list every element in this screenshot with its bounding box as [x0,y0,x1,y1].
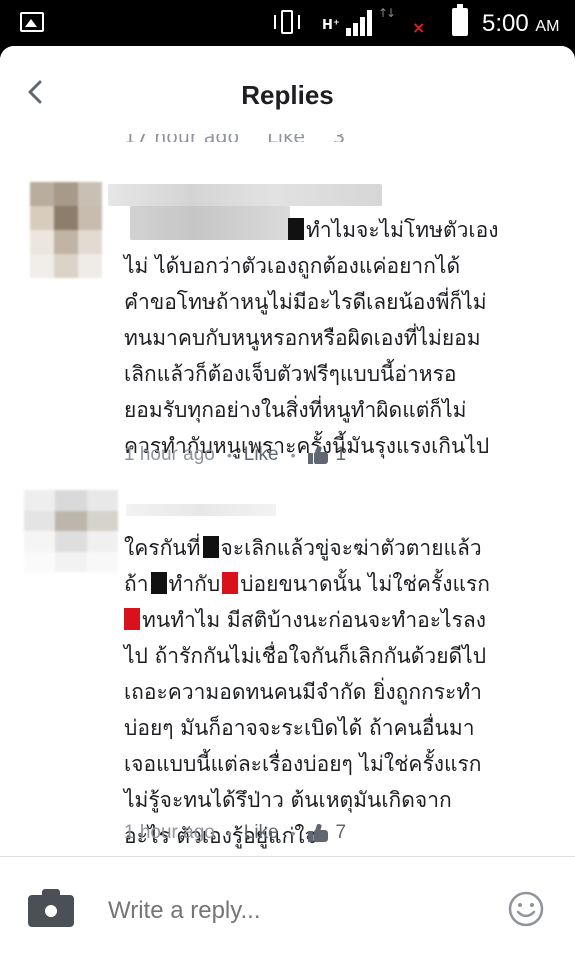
smiley-icon[interactable] [508,891,544,927]
comment-actions: 1 hour ago • Like • 1 [124,442,346,468]
comment-line: ยอมรับทุกอย่างในสิ่งที่หนูทำผิดแต่ก็ไม่ [124,398,467,422]
redaction-mark [222,572,239,594]
comment-line: ทำไมจะไม่โทษตัวเอง [124,212,544,248]
page-title: Replies [241,80,334,110]
battery-icon [452,4,468,36]
redaction-mark [124,608,140,630]
comment-line: ไม่ ได้บอกว่าตัวเองถูกต้องแค่อยากได้ [124,254,461,278]
thumbs-up-icon[interactable] [307,445,328,464]
like-count[interactable]: 1 [336,444,347,466]
comment-body: ทำไมจะไม่โทษตัวเอง ไม่ ได้บอกว่าตัวเองถู… [124,212,544,464]
separator-dot: • [290,447,296,463]
comment-actions: 1 hour ago • Like • 7 [124,820,346,846]
comment-line: ถ้า ทำกับ บ่อยขนาดนั้น ไม่ใช่ครั้งแรก [124,572,490,596]
comment-line: ทนทำไม มีสติบ้างนะก่อนจะทำอะไรลง [124,602,544,638]
comment-line: บ่อยๆ มันก็อาจจะระเบิดได้ ถ้าคนอื่นมา [124,716,475,740]
avatar[interactable] [30,182,102,278]
reply-composer [0,856,575,960]
clock-ampm: AM [535,18,560,35]
separator-dot: • [226,825,232,841]
redaction-mark [202,536,219,558]
avatar[interactable] [24,490,118,572]
network-type: H⁺ [322,18,340,33]
data-arrows-icon: ↑↓ [378,6,396,20]
comment-line: ไป ถ้ารักกันไม่เชื่อใจกันก็เลิกกันด้วยดี… [124,644,487,668]
replies-panel: Replies 17 hour ago Like 3 ทำไมจะไม่โทษต… [0,46,575,960]
comment-line: เจอแบบนี้แต่ละเรื่องบ่อยๆ ไม่ใช่ครั้งแรก [124,752,482,776]
clock-time: 5:00 [482,10,529,37]
signal-icon [346,10,374,36]
header: Replies [0,46,575,134]
like-count[interactable]: 7 [336,822,347,844]
reply-input[interactable] [108,893,488,929]
redaction-mark [150,572,167,594]
no-sim-icon: × [412,18,426,37]
comment-time[interactable]: 1 hour ago [124,444,215,466]
separator-dot: • [290,825,296,841]
separator-dot: • [226,447,232,463]
redaction-mark [288,218,304,240]
like-link[interactable]: Like [244,444,279,466]
comment-time[interactable]: 1 hour ago [124,822,215,844]
comment-line: ทนมาคบกับหนูหรอกหรือผิดเองที่ไม่ยอม [124,326,481,350]
comment-line: เลิกแล้วก็ต้องเจ็บตัวฟรีๆแบบนี้อ่าหรอ [124,362,457,386]
camera-icon[interactable] [28,889,74,927]
commenter-name-blurred [126,504,276,516]
comment-line: ใครกันที่ จะเลิกแล้วขู่จะฆ่าตัวตายแล้ว [124,536,482,560]
comment-line: คำขอโทษถ้าหนูไม่มีอะไรดีเลยน้องพี่ก็ไม่ [124,290,487,314]
thumbs-up-icon[interactable] [307,823,328,842]
comment-line: เถอะความอดทนคนมีจำกัด ยิ่งถูกกระทำ [124,680,482,704]
commenter-name-blurred [108,184,382,206]
comment-body: ใครกันที่ จะเลิกแล้วขู่จะฆ่าตัวตายแล้ว ถ้… [124,530,544,854]
vibrate-icon [272,10,302,34]
clock: 5:00 AM [482,10,559,38]
image-icon [20,12,44,32]
comment-line: ไม่รู้จะทนได้รึป่าว ต้นเหตุมันเกิดจาก [124,788,452,812]
status-bar: H⁺ ↑↓ × 5:00 AM [0,0,575,46]
like-link[interactable]: Like [244,822,279,844]
